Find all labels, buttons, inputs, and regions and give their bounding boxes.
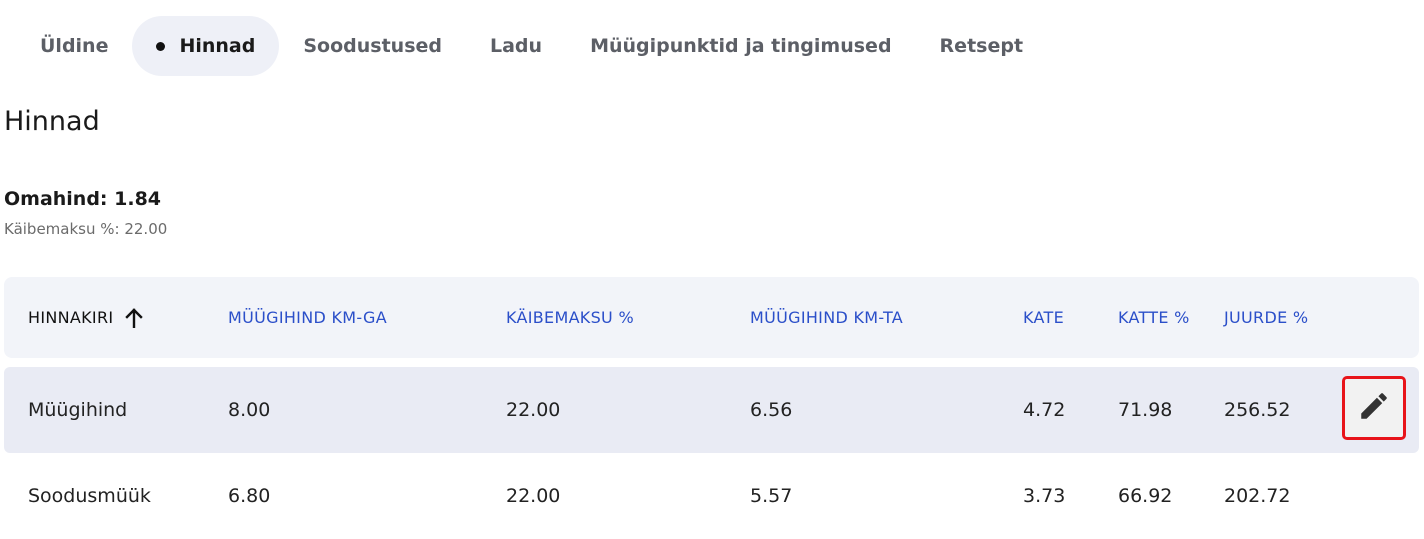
cell-kaibemaksu: 22.00 [506, 485, 561, 507]
cell-juurde: 256.52 [1224, 399, 1291, 421]
edit-button[interactable] [1342, 376, 1406, 440]
column-label: HINNAKIRI [28, 308, 114, 327]
page-title: Hinnad [4, 106, 100, 137]
tab-muugipunktid[interactable]: Müügipunktid ja tingimused [566, 16, 915, 76]
table-row[interactable]: Soodusmüük 6.80 22.00 5.57 3.73 66.92 20… [4, 453, 1419, 539]
cell-hinnakiri: Müügihind [28, 399, 128, 421]
column-header-juurde[interactable]: JUURDE % [1224, 277, 1308, 358]
table-header: HINNAKIRI MÜÜGIHIND KM-GA KÄIBEMAKSU % M… [4, 277, 1419, 358]
tab-uldine[interactable]: Üldine [16, 16, 132, 76]
cell-muugihind-kmga: 8.00 [228, 399, 271, 421]
cell-katte: 66.92 [1118, 485, 1173, 507]
cell-muugihind-kmta: 6.56 [750, 399, 793, 421]
column-header-muugihind-kmta[interactable]: MÜÜGIHIND KM-TA [750, 277, 903, 358]
cost-price: Omahind: 1.84 [4, 188, 162, 210]
cell-hinnakiri: Soodusmüük [28, 485, 151, 507]
column-header-katte[interactable]: KATTE % [1118, 277, 1190, 358]
column-label: KATE [1023, 308, 1064, 327]
column-label: KATTE % [1118, 308, 1190, 327]
cell-kate: 4.72 [1023, 399, 1066, 421]
pencil-icon [1357, 389, 1391, 427]
tab-label: Ladu [490, 35, 543, 57]
column-header-kaibemaksu[interactable]: KÄIBEMAKSU % [506, 277, 634, 358]
tab-soodustused[interactable]: Soodustused [279, 16, 466, 76]
cell-katte: 71.98 [1118, 399, 1173, 421]
column-label: JUURDE % [1224, 308, 1309, 327]
column-header-hinnakiri[interactable]: HINNAKIRI [28, 277, 144, 358]
vat-info: Käibemaksu %: 22.00 [4, 220, 168, 238]
tab-label: Üldine [40, 35, 109, 57]
tab-retsept[interactable]: Retsept [916, 16, 1047, 76]
tab-label: Müügipunktid ja tingimused [590, 35, 892, 57]
column-header-muugihind-kmga[interactable]: MÜÜGIHIND KM-GA [228, 277, 387, 358]
tab-label: Retsept [939, 35, 1024, 57]
tab-hinnad[interactable]: Hinnad [132, 16, 280, 76]
column-label: MÜÜGIHIND KM-TA [750, 308, 904, 327]
cell-kaibemaksu: 22.00 [506, 399, 561, 421]
arrow-up-icon [125, 307, 144, 328]
cell-muugihind-kmta: 5.57 [750, 485, 793, 507]
column-header-kate[interactable]: KATE [1023, 277, 1064, 358]
column-label: KÄIBEMAKSU % [506, 308, 634, 327]
tab-label: Soodustused [303, 35, 442, 57]
active-dot-icon [156, 41, 166, 51]
table-row[interactable]: Müügihind 8.00 22.00 6.56 4.72 71.98 256… [4, 367, 1419, 453]
cell-juurde: 202.72 [1224, 485, 1291, 507]
column-label: MÜÜGIHIND KM-GA [228, 308, 387, 327]
cell-kate: 3.73 [1023, 485, 1066, 507]
cell-muugihind-kmga: 6.80 [228, 485, 271, 507]
tab-ladu[interactable]: Ladu [466, 16, 566, 76]
tab-bar: Üldine Hinnad Soodustused Ladu Müügipunk… [16, 16, 1047, 76]
tab-label: Hinnad [179, 35, 256, 57]
